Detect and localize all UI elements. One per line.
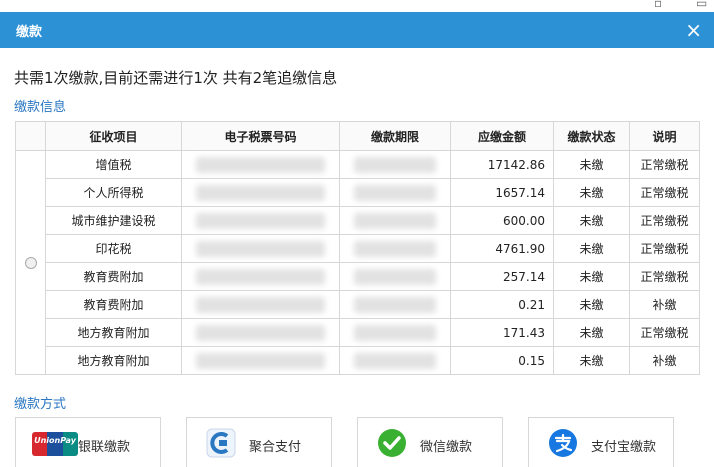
cell-status: 未缴	[553, 178, 630, 207]
cell-ticket-no	[181, 346, 340, 375]
cell-note: 补缴	[629, 290, 700, 319]
header-select	[15, 121, 46, 151]
table-header-row: 征收项目 电子税票号码 缴款期限 应缴金额 缴款状态 说明	[15, 121, 700, 151]
table-row: 印花税 4761.90 未缴 正常缴税	[16, 234, 700, 263]
cell-ticket-no	[181, 262, 340, 291]
cell-amount: 1657.14	[450, 178, 554, 207]
table-row: 增值税 17142.86 未缴 正常缴税	[15, 150, 700, 375]
cell-status: 未缴	[553, 290, 630, 319]
os-window-strip: ▫ ▭	[0, 0, 714, 12]
header-amount: 应缴金额	[450, 121, 554, 151]
cell-item: 地方教育附加	[45, 318, 182, 347]
header-ticket-no: 电子税票号码	[181, 121, 340, 151]
cell-ticket-no	[181, 150, 340, 179]
maximize-icon[interactable]: ▭	[696, 0, 707, 10]
cell-status: 未缴	[553, 206, 630, 235]
header-item: 征收项目	[45, 121, 182, 151]
close-icon[interactable]: ×	[685, 18, 702, 42]
cell-deadline	[339, 206, 451, 235]
cell-amount: 171.43	[450, 318, 554, 347]
cell-amount: 257.14	[450, 262, 554, 291]
cell-amount: 4761.90	[450, 234, 554, 263]
tax-table: 征收项目 电子税票号码 缴款期限 应缴金额 缴款状态 说明 增值税 17142.…	[15, 121, 700, 375]
alipay-label: 支付宝缴款	[591, 440, 657, 455]
cell-item: 印花税	[45, 234, 182, 263]
unionpay-label: 银联缴款	[78, 440, 131, 455]
cell-deadline	[339, 318, 451, 347]
cell-item: 教育费附加	[45, 262, 182, 291]
cell-item: 个人所得税	[45, 178, 182, 207]
cell-amount: 0.15	[450, 346, 554, 375]
alipay-icon	[549, 429, 577, 457]
table-row: 教育费附加 0.21 未缴 补缴	[16, 290, 700, 319]
cell-ticket-no	[181, 234, 340, 263]
cell-note: 正常缴税	[629, 178, 700, 207]
cell-note: 正常缴税	[629, 318, 700, 347]
wechat-pay-label: 微信缴款	[420, 440, 473, 455]
cell-deadline	[339, 178, 451, 207]
table-row: 城市维护建设税 600.00 未缴 正常缴税	[16, 206, 700, 235]
cell-item: 增值税	[45, 150, 182, 179]
select-cell[interactable]	[15, 150, 46, 375]
cell-note: 补缴	[629, 346, 700, 375]
unionpay-icon: UnionPay	[32, 432, 78, 456]
table-row: 地方教育附加 0.15 未缴 补缴	[16, 346, 700, 375]
wechat-icon	[378, 429, 406, 457]
cell-ticket-no	[181, 178, 340, 207]
table-row: 教育费附加 257.14 未缴 正常缴税	[16, 262, 700, 291]
cell-item: 地方教育附加	[45, 346, 182, 375]
cell-deadline	[339, 346, 451, 375]
cell-deadline	[339, 150, 451, 179]
payment-summary: 共需1次缴款,目前还需进行1次 共有2笔追缴信息	[14, 69, 338, 87]
header-status: 缴款状态	[553, 121, 630, 151]
unionpay-logo-text: UnionPay	[34, 436, 76, 445]
section-title-method: 缴款方式	[14, 397, 67, 412]
cell-ticket-no	[181, 206, 340, 235]
cell-item: 教育费附加	[45, 290, 182, 319]
aggregate-pay-icon	[206, 428, 236, 458]
dialog-titlebar: 缴款 ×	[0, 12, 714, 48]
select-radio[interactable]	[24, 257, 37, 269]
cell-status: 未缴	[553, 234, 630, 263]
cell-note: 正常缴税	[629, 206, 700, 235]
alipay-button[interactable]: 支付宝缴款	[528, 417, 674, 467]
section-title-info: 缴款信息	[14, 100, 67, 115]
aggregate-pay-label: 聚合支付	[249, 440, 302, 455]
header-note: 说明	[629, 121, 700, 151]
cell-amount: 17142.86	[450, 150, 554, 179]
cell-amount: 600.00	[450, 206, 554, 235]
cell-note: 正常缴税	[629, 234, 700, 263]
cell-deadline	[339, 234, 451, 263]
cell-deadline	[339, 262, 451, 291]
cell-status: 未缴	[553, 346, 630, 375]
cell-item: 城市维护建设税	[45, 206, 182, 235]
cell-note: 正常缴税	[629, 262, 700, 291]
header-deadline: 缴款期限	[339, 121, 451, 151]
cell-amount: 0.21	[450, 290, 554, 319]
unionpay-button[interactable]: UnionPay 银联缴款	[15, 417, 161, 467]
cell-status: 未缴	[553, 262, 630, 291]
table-row: 地方教育附加 171.43 未缴 正常缴税	[16, 318, 700, 347]
cell-status: 未缴	[553, 318, 630, 347]
cell-deadline	[339, 290, 451, 319]
aggregate-pay-button[interactable]: 聚合支付	[186, 417, 332, 467]
cell-note: 正常缴税	[629, 150, 700, 179]
dialog-title: 缴款	[16, 25, 43, 40]
table-row: 个人所得税 1657.14 未缴 正常缴税	[16, 178, 700, 207]
minimize-icon[interactable]: ▫	[654, 0, 662, 10]
cell-ticket-no	[181, 318, 340, 347]
cell-status: 未缴	[553, 150, 630, 179]
wechat-pay-button[interactable]: 微信缴款	[357, 417, 503, 467]
cell-ticket-no	[181, 290, 340, 319]
